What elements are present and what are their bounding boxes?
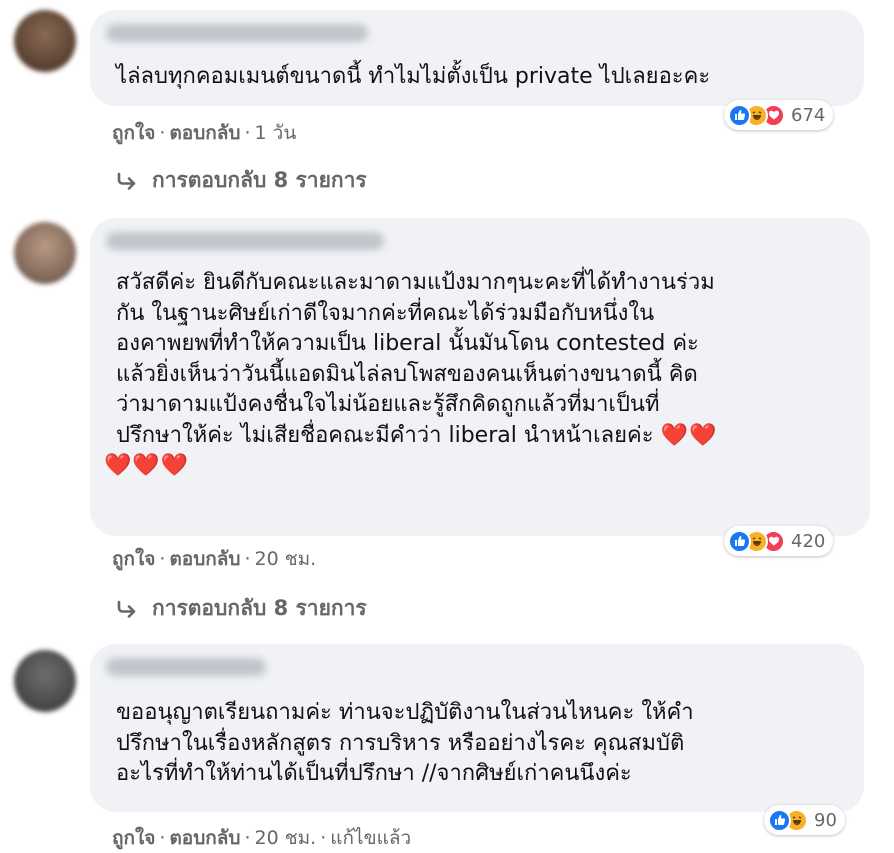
author-name-blurred[interactable] — [106, 24, 368, 42]
reaction-count: 90 — [814, 809, 837, 831]
heart-emoji-line: ❤️❤️❤️ — [104, 453, 190, 478]
separator-dot: · — [159, 827, 166, 849]
separator-dot: · — [159, 548, 166, 570]
reply-arrow-icon — [116, 600, 138, 618]
reaction-summary[interactable]: 420 — [724, 526, 834, 556]
like-link[interactable]: ถูกใจ — [112, 548, 155, 570]
separator-dot: · — [244, 548, 251, 570]
separator-dot: · — [244, 122, 251, 144]
comment-line: สวัสดีค่ะ ยินดีกับคณะและมาดามแป้งมากๆนะค… — [116, 270, 715, 295]
comment-bubble: สวัสดีค่ะ ยินดีกับคณะและมาดามแป้งมากๆนะค… — [90, 218, 870, 536]
timestamp[interactable]: 20 ชม. — [255, 548, 317, 570]
thumbs-up-icon — [728, 529, 751, 553]
separator-dot: · — [320, 827, 327, 849]
replies-count-label[interactable]: การตอบกลับ 8 รายการ — [152, 592, 367, 625]
replies-count-label[interactable]: การตอบกลับ 8 รายการ — [152, 164, 367, 197]
reply-arrow-icon — [116, 172, 138, 190]
timestamp[interactable]: 20 ชม. — [255, 827, 317, 849]
comment-line: ไล่ลบทุกคอมเมนต์ขนาดนี้ ทำไมไม่ตั้งเป็น … — [116, 64, 711, 89]
reaction-summary[interactable]: 674 — [724, 100, 834, 130]
reply-link[interactable]: ตอบกลับ — [169, 548, 240, 570]
view-replies-link[interactable]: การตอบกลับ 8 รายการ — [116, 164, 367, 197]
like-link[interactable]: ถูกใจ — [112, 122, 155, 144]
avatar[interactable] — [14, 10, 76, 72]
comment-line: ปรึกษาในเรื่องหลักสูตร การบริหาร หรืออย่… — [116, 730, 685, 756]
comment-text: ไล่ลบทุกคอมเมนต์ขนาดนี้ ทำไมไม่ตั้งเป็น … — [116, 62, 710, 93]
reaction-summary[interactable]: 90 — [764, 805, 845, 835]
comment-line: ว่ามาดามแป้งคงชื่นใจไม่น้อยและรู้สึกคิดถ… — [116, 392, 660, 417]
edited-label[interactable]: แก้ไขแล้ว — [330, 827, 411, 849]
separator-dot: · — [244, 827, 251, 849]
thumbs-up-icon — [768, 808, 791, 832]
comment-bubble: ขออนุญาตเรียนถามค่ะ ท่านจะปฏิบัติงานในส่… — [90, 644, 864, 812]
avatar[interactable] — [14, 222, 76, 284]
comment-text: ขออนุญาตเรียนถามค่ะ ท่านจะปฏิบัติงานในส่… — [116, 698, 694, 790]
comment-actions: ถูกใจ · ตอบกลับ · 1 วัน — [112, 118, 296, 148]
comment-text: สวัสดีค่ะ ยินดีกับคณะและมาดามแป้งมากๆนะค… — [104, 268, 717, 482]
comment-line: องคาพยพที่ทำให้ความเป็น liberal นั้นมันโ… — [116, 331, 699, 356]
comment-line: ขออนุญาตเรียนถามค่ะ ท่านจะปฏิบัติงานในส่… — [116, 700, 694, 725]
timestamp[interactable]: 1 วัน — [255, 122, 297, 144]
comment-line: ปรึกษาให้ค่ะ ไม่เสียชื่อคณะมีคำว่า liber… — [116, 421, 717, 452]
reply-link[interactable]: ตอบกลับ — [169, 827, 240, 849]
thumbs-up-icon — [728, 103, 751, 127]
comment-line: อะไรที่ทำให้ท่านได้เป็นที่ปรึกษา //จากศิ… — [116, 761, 632, 786]
author-name-blurred[interactable] — [106, 232, 384, 250]
separator-dot: · — [159, 122, 166, 144]
comment-line: กัน ในฐานะศิษย์เก่าดีใจมากค่ะที่คณะได้ร่… — [116, 300, 655, 326]
comment-bubble: ไล่ลบทุกคอมเมนต์ขนาดนี้ ทำไมไม่ตั้งเป็น … — [90, 10, 864, 106]
comment-line: แล้วยิ่งเห็นว่าวันนี้แอดมินไล่ลบโพสของคน… — [116, 361, 698, 387]
comment-actions: ถูกใจ · ตอบกลับ · 20 ชม. — [112, 544, 316, 574]
author-name-blurred[interactable] — [106, 658, 266, 676]
heart-emoji-inline: ❤️❤️ — [660, 422, 718, 448]
avatar[interactable] — [14, 650, 76, 712]
reaction-count: 420 — [791, 530, 826, 552]
reaction-count: 674 — [791, 104, 826, 126]
view-replies-link[interactable]: การตอบกลับ 8 รายการ — [116, 592, 367, 625]
like-link[interactable]: ถูกใจ — [112, 827, 155, 849]
comment-line-text: ปรึกษาให้ค่ะ ไม่เสียชื่อคณะมีคำว่า liber… — [116, 422, 654, 448]
reply-link[interactable]: ตอบกลับ — [169, 122, 240, 144]
